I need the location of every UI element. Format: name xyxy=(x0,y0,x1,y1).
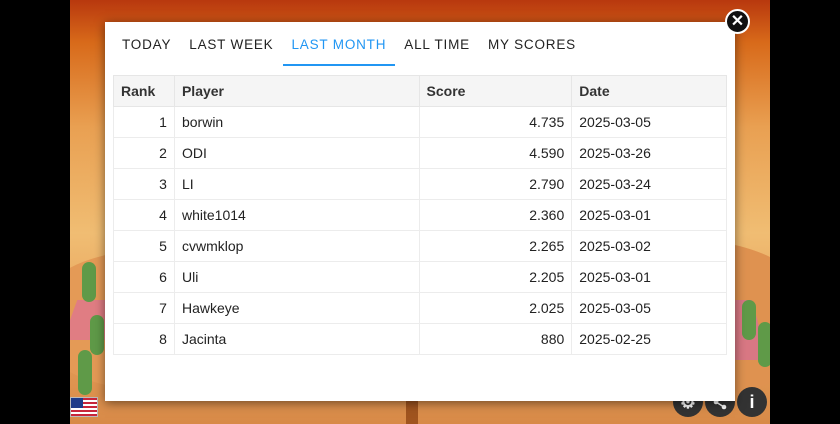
score-cell: 2.265 xyxy=(418,230,573,262)
score-cell: 2.360 xyxy=(418,199,573,231)
tab-last-week[interactable]: LAST WEEK xyxy=(180,22,282,65)
date-cell: 2025-02-25 xyxy=(571,323,727,355)
column-header-rank[interactable]: Rank xyxy=(113,75,175,107)
info-icon[interactable]: i xyxy=(737,387,767,417)
column-header-score[interactable]: Score xyxy=(418,75,573,107)
rank-cell: 6 xyxy=(113,261,175,293)
rank-cell: 2 xyxy=(113,137,175,169)
rank-cell: 4 xyxy=(113,199,175,231)
score-cell: 2.790 xyxy=(418,168,573,200)
table-row: 7 Hawkeye 2.025 2025-03-05 xyxy=(113,292,727,324)
score-cell: 2.025 xyxy=(418,292,573,324)
leaderboard-tabs: TODAY LAST WEEK LAST MONTH ALL TIME MY S… xyxy=(105,22,735,66)
fence-post xyxy=(406,398,418,424)
player-cell: Jacinta xyxy=(173,323,420,355)
column-header-player[interactable]: Player xyxy=(173,75,420,107)
tab-today[interactable]: TODAY xyxy=(113,22,180,65)
tab-all-time[interactable]: ALL TIME xyxy=(395,22,479,65)
leaderboard-modal: TODAY LAST WEEK LAST MONTH ALL TIME MY S… xyxy=(105,22,735,401)
cactus-decoration xyxy=(90,315,104,355)
player-cell: Uli xyxy=(173,261,420,293)
player-cell: borwin xyxy=(173,106,420,138)
table-header-row: Rank Player Score Date xyxy=(113,75,727,107)
rank-cell: 7 xyxy=(113,292,175,324)
column-header-date[interactable]: Date xyxy=(571,75,727,107)
date-cell: 2025-03-05 xyxy=(571,106,727,138)
tab-my-scores[interactable]: MY SCORES xyxy=(479,22,585,65)
rank-cell: 8 xyxy=(113,323,175,355)
player-cell: white1014 xyxy=(173,199,420,231)
table-row: 5 cvwmklop 2.265 2025-03-02 xyxy=(113,230,727,262)
player-cell: Hawkeye xyxy=(173,292,420,324)
table-row: 3 LI 2.790 2025-03-24 xyxy=(113,168,727,200)
date-cell: 2025-03-26 xyxy=(571,137,727,169)
date-cell: 2025-03-01 xyxy=(571,261,727,293)
close-icon[interactable]: ✕ xyxy=(725,9,750,34)
table-row: 1 borwin 4.735 2025-03-05 xyxy=(113,106,727,138)
score-cell: 880 xyxy=(418,323,573,355)
table-row: 2 ODI 4.590 2025-03-26 xyxy=(113,137,727,169)
score-cell: 4.735 xyxy=(418,106,573,138)
us-flag-icon[interactable] xyxy=(70,397,98,417)
table-row: 8 Jacinta 880 2025-02-25 xyxy=(113,323,727,355)
rank-cell: 5 xyxy=(113,230,175,262)
cactus-decoration xyxy=(742,300,756,340)
player-cell: LI xyxy=(173,168,420,200)
table-row: 6 Uli 2.205 2025-03-01 xyxy=(113,261,727,293)
player-cell: ODI xyxy=(173,137,420,169)
tab-last-month[interactable]: LAST MONTH xyxy=(282,22,396,66)
score-cell: 2.205 xyxy=(418,261,573,293)
rank-cell: 3 xyxy=(113,168,175,200)
cactus-decoration xyxy=(78,350,92,395)
cactus-decoration xyxy=(758,322,770,367)
date-cell: 2025-03-02 xyxy=(571,230,727,262)
date-cell: 2025-03-01 xyxy=(571,199,727,231)
rank-cell: 1 xyxy=(113,106,175,138)
date-cell: 2025-03-24 xyxy=(571,168,727,200)
cactus-decoration xyxy=(82,262,96,302)
table-row: 4 white1014 2.360 2025-03-01 xyxy=(113,199,727,231)
date-cell: 2025-03-05 xyxy=(571,292,727,324)
leaderboard-table: Rank Player Score Date 1 borwin 4.735 20… xyxy=(113,75,727,355)
player-cell: cvwmklop xyxy=(173,230,420,262)
score-cell: 4.590 xyxy=(418,137,573,169)
